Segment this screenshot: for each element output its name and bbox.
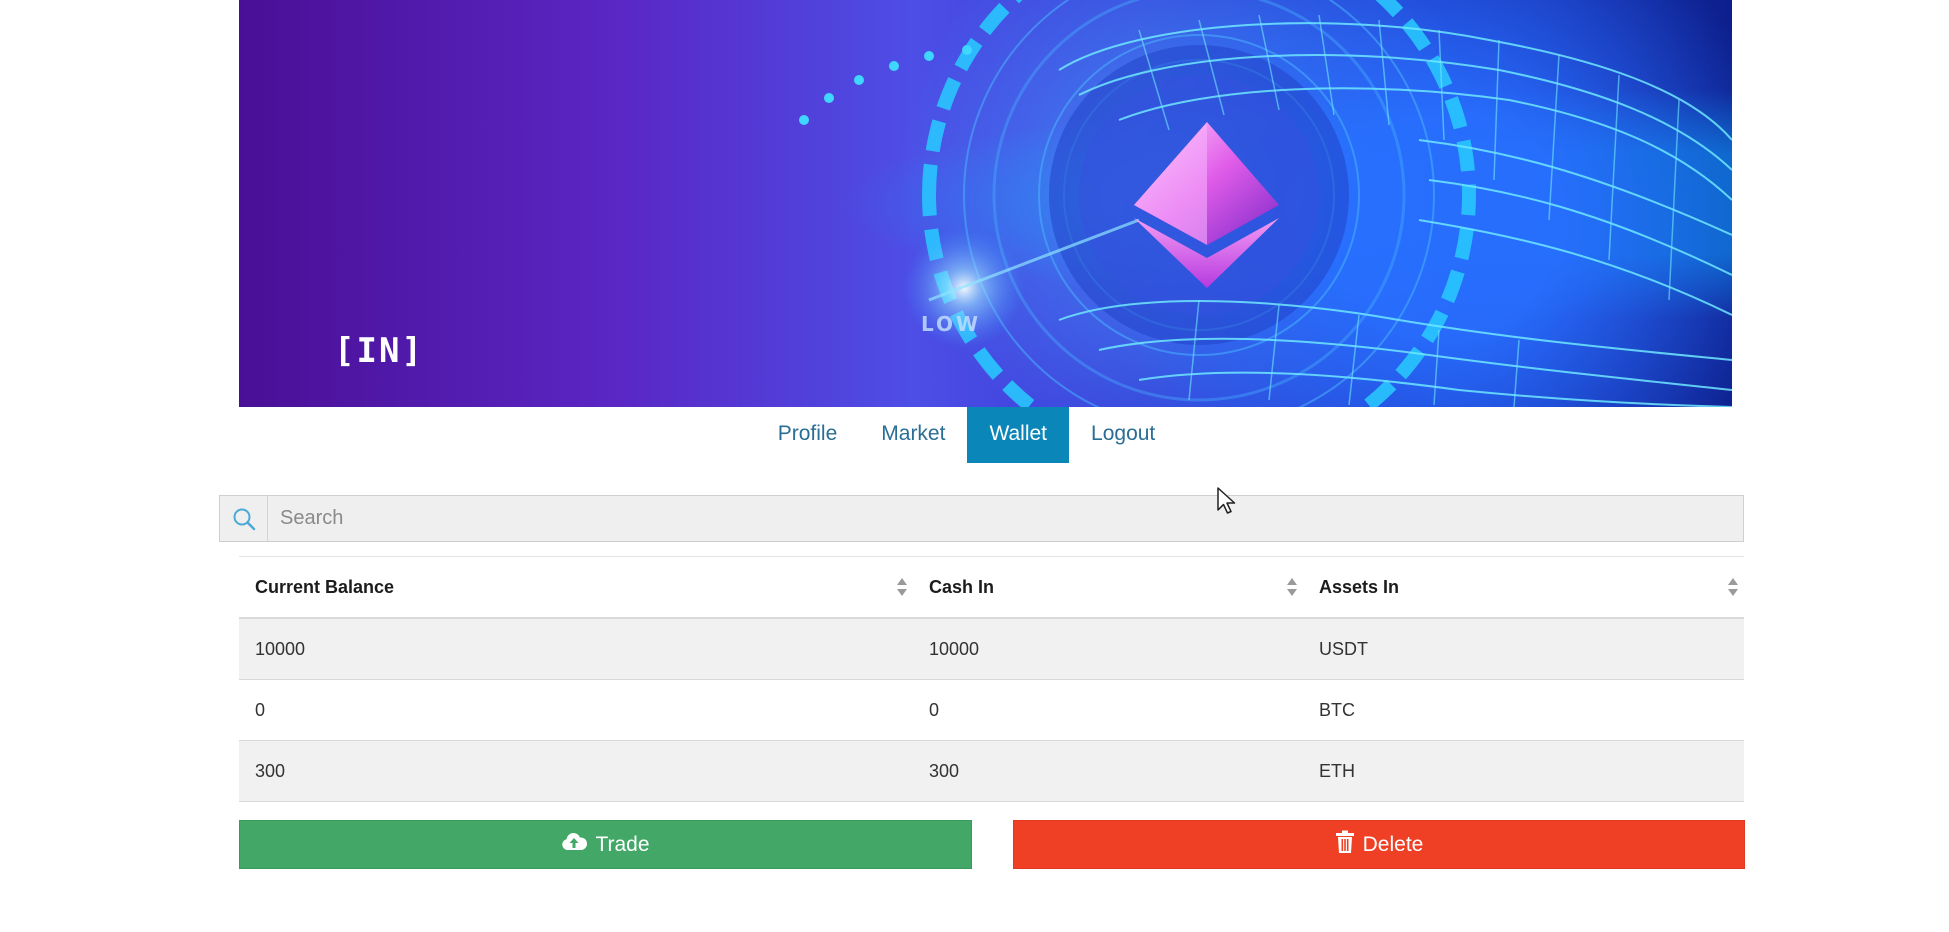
- cash-in-cell: 10000: [913, 618, 1303, 680]
- nav-item-market[interactable]: Market: [859, 407, 967, 463]
- assets-in-cell: BTC: [1303, 679, 1744, 741]
- cloud-upload-icon: [561, 832, 588, 858]
- delete-button[interactable]: Delete: [1013, 820, 1745, 869]
- current-balance-cell: 10000: [239, 618, 913, 680]
- ethereum-hand-illustration: [799, 0, 1732, 407]
- mouse-pointer-icon: [1216, 486, 1238, 521]
- main-nav: Profile Market Wallet Logout: [0, 407, 1949, 463]
- wallet-table: Current Balance Cash In Assets In 10000 …: [239, 556, 1744, 802]
- column-header-label: Current Balance: [255, 576, 395, 597]
- trade-button[interactable]: Trade: [239, 820, 972, 869]
- delete-label: Delete: [1362, 832, 1424, 856]
- brand-logo: [IN]: [334, 331, 424, 371]
- column-header-cash-in[interactable]: Cash In: [913, 556, 1303, 619]
- sort-icon[interactable]: [897, 578, 907, 596]
- table-header-row: Current Balance Cash In Assets In: [239, 556, 1744, 619]
- trash-icon: [1335, 830, 1355, 860]
- search-bar: [219, 495, 1744, 542]
- current-balance-cell: 300: [239, 740, 913, 802]
- table-row[interactable]: 0 0 BTC: [239, 679, 1744, 741]
- column-header-current-balance[interactable]: Current Balance: [239, 556, 913, 619]
- column-header-label: Assets In: [1319, 576, 1400, 597]
- nav-item-logout[interactable]: Logout: [1069, 407, 1177, 463]
- search-input[interactable]: [268, 496, 1743, 541]
- trade-label: Trade: [595, 832, 650, 856]
- assets-in-cell: ETH: [1303, 740, 1744, 802]
- table-row[interactable]: 300 300 ETH: [239, 740, 1744, 802]
- current-balance-cell: 0: [239, 679, 913, 741]
- column-header-label: Cash In: [929, 576, 995, 597]
- cash-in-cell: 300: [913, 740, 1303, 802]
- cash-in-cell: 0: [913, 679, 1303, 741]
- sort-icon[interactable]: [1728, 578, 1738, 596]
- banner-low-label: LOW: [921, 312, 982, 336]
- search-icon[interactable]: [220, 496, 268, 541]
- assets-in-cell: USDT: [1303, 618, 1744, 680]
- nav-item-wallet[interactable]: Wallet: [967, 407, 1070, 463]
- sort-icon[interactable]: [1287, 578, 1297, 596]
- nav-item-profile[interactable]: Profile: [756, 407, 860, 463]
- table-row[interactable]: 10000 10000 USDT: [239, 618, 1744, 680]
- hero-banner: [IN] LOW: [239, 0, 1732, 407]
- column-header-assets-in[interactable]: Assets In: [1303, 556, 1744, 619]
